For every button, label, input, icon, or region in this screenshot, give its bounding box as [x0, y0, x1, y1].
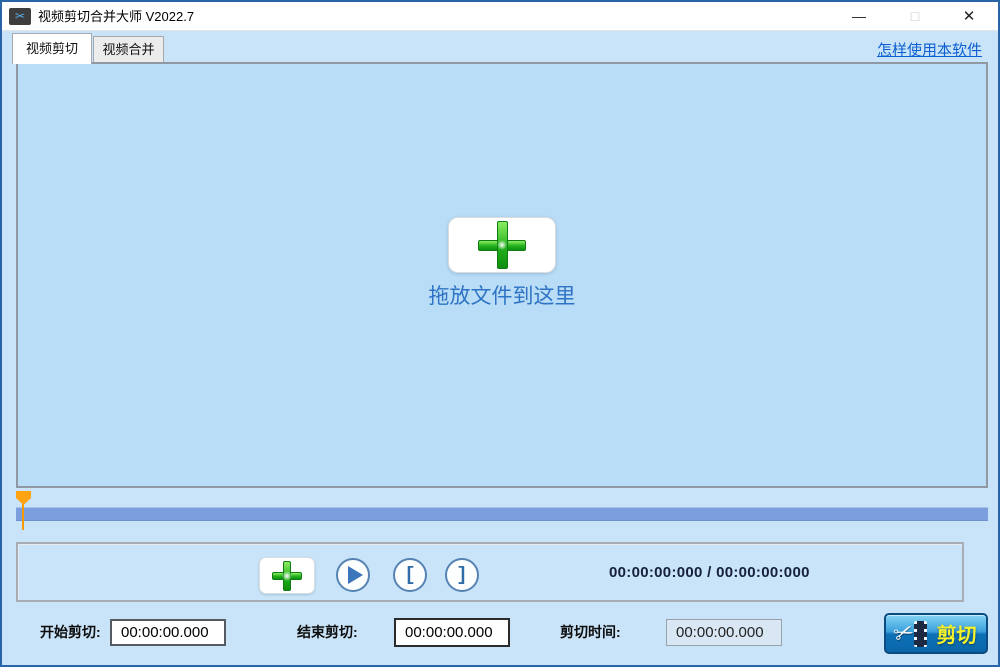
plus-icon: [478, 221, 526, 269]
minimize-icon[interactable]: —: [838, 2, 880, 31]
drop-hint-text: 拖放文件到这里: [429, 280, 576, 310]
right-bracket-icon: ]: [456, 564, 467, 586]
maximize-icon[interactable]: □: [894, 2, 936, 31]
title-bar: ✂ 视频剪切合并大师 V2022.7 — □ ✕: [2, 2, 998, 31]
timeline-track[interactable]: [16, 507, 988, 521]
playhead-marker[interactable]: [16, 491, 31, 505]
start-cut-input[interactable]: [110, 619, 226, 646]
start-cut-label: 开始剪切:: [40, 607, 101, 657]
set-start-button[interactable]: [: [393, 558, 427, 592]
add-file-button[interactable]: [448, 217, 556, 273]
close-icon[interactable]: ✕: [948, 2, 990, 31]
cut-settings-row: 开始剪切: 结束剪切: 剪切时间: ✂ 剪切: [2, 607, 998, 665]
cut-duration-label: 剪切时间:: [560, 607, 621, 657]
playback-control-panel: [ ] 00:00:00:000 / 00:00:00:000: [16, 542, 964, 602]
add-file-small-button[interactable]: [259, 557, 315, 594]
app-icon: ✂: [9, 8, 31, 25]
window-title: 视频剪切合并大师 V2022.7: [38, 2, 194, 31]
left-bracket-icon: [: [404, 564, 415, 586]
help-link[interactable]: 怎样使用本软件: [877, 39, 982, 60]
app-window: ✂ 视频剪切合并大师 V2022.7 — □ ✕ 视频剪切 视频合并 怎样使用本…: [0, 0, 1000, 667]
tab-video-merge[interactable]: 视频合并: [93, 36, 164, 62]
tab-video-cut[interactable]: 视频剪切: [12, 33, 92, 64]
cut-duration-field: [666, 619, 782, 646]
play-button[interactable]: [336, 558, 370, 592]
drop-zone-content: 拖放文件到这里: [429, 217, 576, 310]
playhead-stem: [22, 503, 24, 530]
end-cut-input[interactable]: [394, 618, 510, 647]
play-icon: [348, 566, 363, 584]
plus-icon: [272, 561, 302, 591]
file-drop-zone[interactable]: 拖放文件到这里: [16, 62, 988, 488]
cut-button[interactable]: ✂ 剪切: [884, 613, 988, 654]
scissors-film-icon: ✂: [896, 619, 928, 649]
end-cut-label: 结束剪切:: [297, 607, 358, 657]
time-display: 00:00:00:000 / 00:00:00:000: [609, 544, 810, 600]
cut-button-label: 剪切: [937, 619, 977, 648]
set-end-button[interactable]: ]: [445, 558, 479, 592]
